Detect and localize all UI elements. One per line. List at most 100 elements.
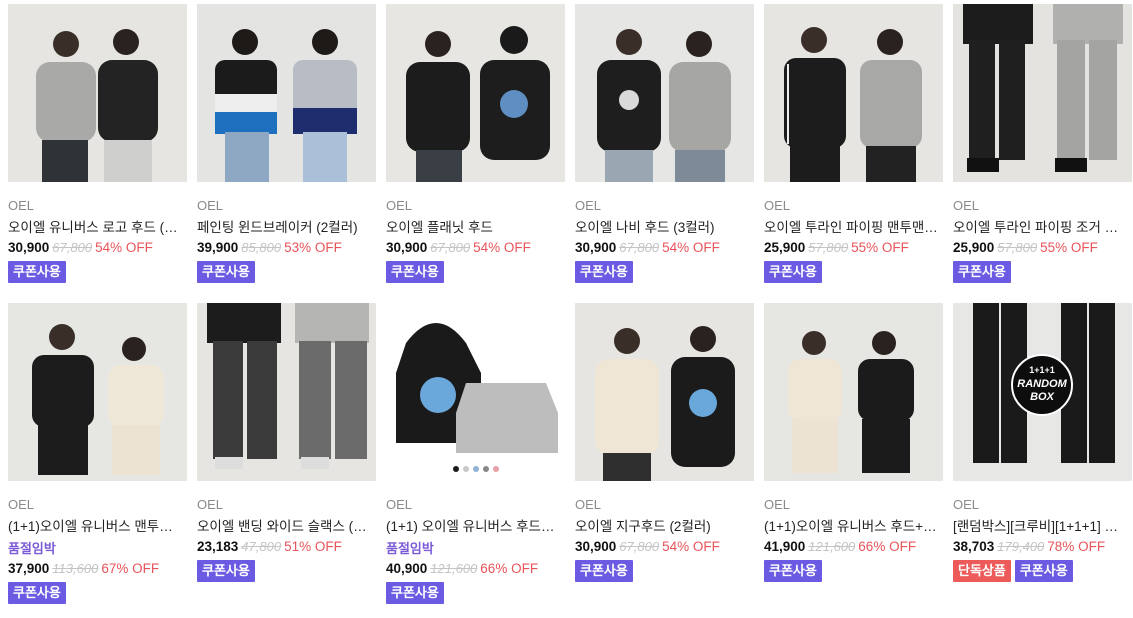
product-name[interactable]: 오이엘 유니버스 로고 후드 (4컬러) [8, 219, 182, 237]
random-box-label-2: RANDOM [1017, 378, 1067, 390]
product-card[interactable]: OEL 오이엘 지구후드 (2컬러) 30,900 67,800 54% OFF 쿠폰사용 [575, 303, 754, 602]
product-brand[interactable]: OEL [386, 497, 565, 513]
product-brand[interactable]: OEL [764, 497, 943, 513]
price-row: 23,183 47,800 51% OFF [197, 538, 376, 556]
badge-list: 쿠폰사용 [8, 261, 187, 283]
discount-rate: 78% OFF [1047, 539, 1106, 554]
product-card[interactable]: OEL (1+1)오이엘 유니버스 후드+팬... 41,900 121,600 66%… [764, 303, 943, 602]
badge-list: 쿠폰사용 [197, 261, 376, 283]
coupon-badge: 쿠폰사용 [8, 582, 66, 604]
product-brand[interactable]: OEL [953, 198, 1132, 214]
product-image[interactable] [386, 303, 565, 481]
soldout-soon-label: 품절임박 [8, 541, 56, 556]
product-card[interactable]: OEL 오이엘 밴딩 와이드 슬랙스 (2... 23,183 47,800 51% O… [197, 303, 376, 602]
original-price: 67,800 [619, 240, 660, 255]
product-brand[interactable]: OEL [575, 497, 754, 513]
price-row: 25,900 57,800 55% OFF [953, 239, 1132, 257]
product-name[interactable]: 오이엘 지구후드 (2컬러) [575, 518, 749, 536]
sale-price: 30,900 [575, 240, 617, 255]
discount-rate: 51% OFF [284, 539, 342, 554]
product-name[interactable]: 오이엘 밴딩 와이드 슬랙스 (2... [197, 518, 371, 536]
product-image[interactable] [386, 4, 565, 182]
product-name[interactable]: (1+1)오이엘 유니버스 후드+팬... [764, 518, 938, 536]
product-image[interactable] [575, 303, 754, 481]
product-image[interactable] [764, 4, 943, 182]
price-row: 30,900 67,800 54% OFF [8, 239, 187, 257]
badge-list: 쿠폰사용 [197, 560, 376, 582]
product-brand[interactable]: OEL [953, 497, 1132, 513]
product-name[interactable]: (1+1)오이엘 유니버스 맨투맨+... [8, 518, 182, 536]
product-name[interactable]: 오이엘 나비 후드 (3컬러) [575, 219, 749, 237]
product-name[interactable]: 오이엘 투라인 파이핑 맨투맨 (... [764, 219, 938, 237]
price-row: 39,900 85,800 53% OFF [197, 239, 376, 257]
product-image[interactable] [197, 4, 376, 182]
original-price: 121,600 [808, 539, 856, 554]
product-name[interactable]: 오이엘 투라인 파이핑 조거 팬... [953, 219, 1127, 237]
sale-price: 37,900 [8, 561, 50, 576]
discount-rate: 54% OFF [473, 240, 531, 255]
badge-list: 쿠폰사용 [764, 261, 943, 283]
product-name[interactable]: 오이엘 플래닛 후드 [386, 219, 560, 237]
product-image[interactable] [8, 4, 187, 182]
product-card[interactable]: OEL 오이엘 투라인 파이핑 조거 팬... 25,900 57,800 55% OF… [953, 4, 1132, 303]
original-price: 67,800 [430, 240, 471, 255]
random-box-label-1: 1+1+1 [1029, 365, 1055, 375]
sale-price: 41,900 [764, 539, 806, 554]
product-image[interactable] [575, 4, 754, 182]
coupon-badge: 쿠폰사용 [197, 560, 255, 582]
coupon-badge: 쿠폰사용 [1014, 560, 1073, 582]
product-brand[interactable]: OEL [575, 198, 754, 214]
original-price: 67,800 [52, 240, 93, 255]
original-price: 67,800 [619, 539, 660, 554]
product-brand[interactable]: OEL [197, 198, 376, 214]
price-row: 25,900 57,800 55% OFF [764, 239, 943, 257]
badge-list: 쿠폰사용 [764, 560, 943, 582]
product-card[interactable]: OEL 페인팅 윈드브레이커 (2컬러) 39,900 85,800 53% OFF 쿠폰… [197, 4, 376, 303]
product-name[interactable]: (1+1) 오이엘 유니버스 후드+... [386, 518, 560, 536]
price-row: 38,703 179,400 78% OFF [953, 538, 1132, 556]
coupon-badge: 쿠폰사용 [764, 560, 822, 582]
discount-rate: 55% OFF [1040, 240, 1098, 255]
coupon-badge: 쿠폰사용 [953, 261, 1011, 283]
discount-rate: 66% OFF [480, 561, 539, 576]
product-name[interactable]: 페인팅 윈드브레이커 (2컬러) [197, 219, 371, 237]
product-image[interactable] [8, 303, 187, 481]
price-row: 40,900 121,600 66% OFF [386, 560, 565, 578]
product-card[interactable]: OEL (1+1)오이엘 유니버스 맨투맨+... 품절임박 37,900 113,60… [8, 303, 187, 604]
product-brand[interactable]: OEL [8, 497, 187, 513]
original-price: 47,800 [241, 539, 282, 554]
product-image[interactable] [197, 303, 376, 481]
price-row: 41,900 121,600 66% OFF [764, 538, 943, 556]
product-image[interactable] [953, 4, 1132, 182]
product-brand[interactable]: OEL [764, 198, 943, 214]
discount-rate: 54% OFF [95, 240, 153, 255]
coupon-badge: 쿠폰사용 [575, 261, 633, 283]
discount-rate: 66% OFF [858, 539, 917, 554]
product-card[interactable]: OEL 오이엘 나비 후드 (3컬러) 30,900 67,800 54% OFF 쿠폰사… [575, 4, 754, 303]
sale-price: 30,900 [386, 240, 428, 255]
product-card[interactable]: OEL 오이엘 투라인 파이핑 맨투맨 (... 25,900 57,800 55% O… [764, 4, 943, 303]
product-name[interactable]: [랜덤박스][크루비][1+1+1] 오... [953, 518, 1127, 536]
discount-rate: 54% OFF [662, 539, 720, 554]
sale-price: 38,703 [953, 539, 995, 554]
price-row: 30,900 67,800 54% OFF [575, 239, 754, 257]
sale-price: 30,900 [575, 539, 617, 554]
discount-rate: 53% OFF [284, 240, 342, 255]
discount-rate: 67% OFF [101, 561, 160, 576]
price-row: 30,900 67,800 54% OFF [575, 538, 754, 556]
product-card[interactable]: 1+1+1 RANDOM BOX OEL [랜덤박스][크루비][1+1+1] 오.… [953, 303, 1132, 602]
product-card[interactable]: OEL (1+1) 오이엘 유니버스 후드+... 품절임박 40,900 121,60… [386, 303, 565, 604]
badge-list: 쿠폰사용 [575, 560, 754, 582]
product-brand[interactable]: OEL [8, 198, 187, 214]
product-brand[interactable]: OEL [197, 497, 376, 513]
sale-price: 40,900 [386, 561, 428, 576]
sale-price: 25,900 [953, 240, 995, 255]
sale-price: 30,900 [8, 240, 50, 255]
discount-rate: 55% OFF [851, 240, 909, 255]
product-brand[interactable]: OEL [386, 198, 565, 214]
sale-price: 39,900 [197, 240, 239, 255]
product-image[interactable] [764, 303, 943, 481]
product-card[interactable]: OEL 오이엘 유니버스 로고 후드 (4컬러) 30,900 67,800 54% O… [8, 4, 187, 303]
product-card[interactable]: OEL 오이엘 플래닛 후드 30,900 67,800 54% OFF 쿠폰사용 [386, 4, 565, 303]
product-image[interactable]: 1+1+1 RANDOM BOX [953, 303, 1132, 481]
